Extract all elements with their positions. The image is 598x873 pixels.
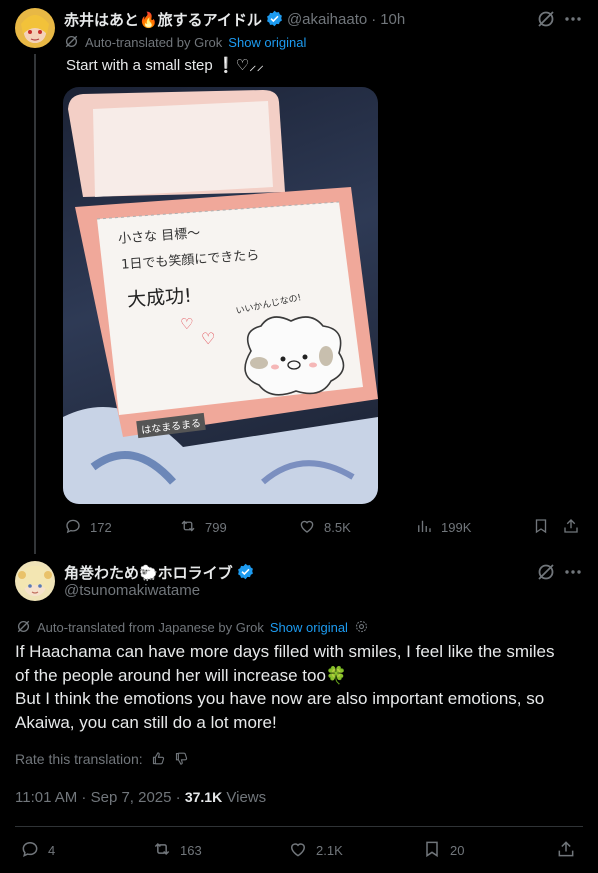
views-count: 199K (441, 520, 472, 535)
like-icon (288, 839, 308, 862)
thumbs-down-icon[interactable] (174, 750, 189, 768)
avatar-tsunomakiwatame[interactable] (15, 561, 55, 601)
divider (15, 826, 583, 827)
rate-label: Rate this translation: (15, 751, 143, 767)
views-icon (415, 517, 433, 538)
rate-translation-row: Rate this translation: (15, 750, 189, 768)
bookmark-button[interactable] (532, 517, 550, 538)
grok-icon (16, 618, 31, 636)
repost-button[interactable]: 163 (152, 839, 202, 862)
translated-label: Auto-translated from Japanese by Grok (37, 619, 264, 635)
reply-button[interactable]: 172 (64, 517, 112, 538)
post1-text: Start with a small step ❕♡⸝⸝ (66, 57, 265, 74)
handle[interactable]: @tsunomakiwatame (64, 582, 200, 599)
avatar-akaihaato[interactable] (15, 8, 55, 48)
thumbs-up-icon[interactable] (151, 750, 166, 768)
grok-icon[interactable] (536, 9, 556, 29)
like-count: 8.5K (324, 520, 351, 535)
bookmark-button[interactable]: 20 (422, 839, 464, 862)
post2-text-line: If Haachama can have more days filled wi… (15, 642, 555, 661)
like-button[interactable]: 8.5K (298, 517, 351, 538)
post1-header: 赤井はあと🔥旅するアイドル @akaihaato · 10h (64, 9, 405, 29)
post2-text-line: But I think the emotions you have now ar… (15, 689, 545, 708)
heart-doodle-2: ♡ (201, 331, 216, 348)
note-line-3: 大成功! (126, 284, 193, 312)
repost-count: 799 (205, 520, 227, 535)
more-icon[interactable] (563, 9, 583, 29)
reply-count: 172 (90, 520, 112, 535)
display-name[interactable]: 角巻わため🐑ホロライブ (64, 562, 233, 583)
post-timestamp-row: 11:01 AM · Sep 7, 2025 · 37.1K Views (15, 789, 266, 806)
heart-doodle-1: ♡ (180, 316, 194, 333)
show-original-link[interactable]: Show original (270, 620, 348, 635)
like-icon (298, 517, 316, 538)
reply-button[interactable]: 4 (20, 839, 55, 862)
bookmark-count: 20 (450, 843, 465, 858)
settings-icon[interactable] (354, 618, 369, 636)
verified-icon (266, 10, 283, 29)
views-count: 37.1K (184, 789, 223, 805)
translated-label: Auto-translated by Grok (85, 34, 223, 50)
views-button[interactable]: 199K (415, 517, 471, 538)
like-button[interactable]: 2.1K (288, 839, 343, 862)
post-image[interactable]: 小さな 目標〜 1日でも笑顔にできたら 大成功! ♡ ♡ いいかんじなの! はな… (63, 87, 378, 504)
post2-text: If Haachama can have more days filled wi… (15, 640, 590, 734)
post-time[interactable]: 10h (380, 11, 405, 28)
thread-line (34, 54, 36, 554)
reply-icon (20, 839, 40, 862)
post2-text-line: Akaiwa, you can still do a lot more! (15, 712, 277, 732)
share-icon (562, 517, 580, 538)
like-count: 2.1K (316, 843, 343, 858)
grok-icon (64, 33, 79, 51)
handle[interactable]: @akaihaato (287, 11, 367, 28)
grok-icon[interactable] (536, 562, 556, 582)
bookmark-icon (532, 517, 550, 538)
repost-icon (152, 839, 172, 862)
share-icon (556, 839, 576, 862)
verified-icon (237, 563, 254, 582)
share-button[interactable] (562, 517, 580, 538)
separator-dot: · (371, 10, 377, 28)
reply-icon (64, 517, 82, 538)
repost-button[interactable]: 799 (179, 517, 227, 538)
share-button[interactable] (556, 839, 576, 862)
views-label: Views (226, 789, 267, 806)
translation-row: Auto-translated from Japanese by Grok Sh… (16, 618, 369, 636)
bookmark-icon (422, 839, 442, 862)
post-timestamp[interactable]: 11:01 AM · Sep 7, 2025 · (15, 789, 181, 806)
translation-row: Auto-translated by Grok Show original (64, 33, 306, 51)
reply-count: 4 (48, 843, 56, 858)
display-name[interactable]: 赤井はあと🔥旅するアイドル (64, 9, 262, 30)
repost-icon (179, 517, 197, 538)
post2-text-line: of the people around her will increase t… (15, 665, 348, 685)
post2-header: 角巻わため🐑ホロライブ (64, 562, 254, 582)
repost-count: 163 (180, 843, 202, 858)
show-original-link[interactable]: Show original (228, 35, 306, 50)
sheep-character (231, 311, 353, 401)
more-icon[interactable] (563, 562, 583, 582)
